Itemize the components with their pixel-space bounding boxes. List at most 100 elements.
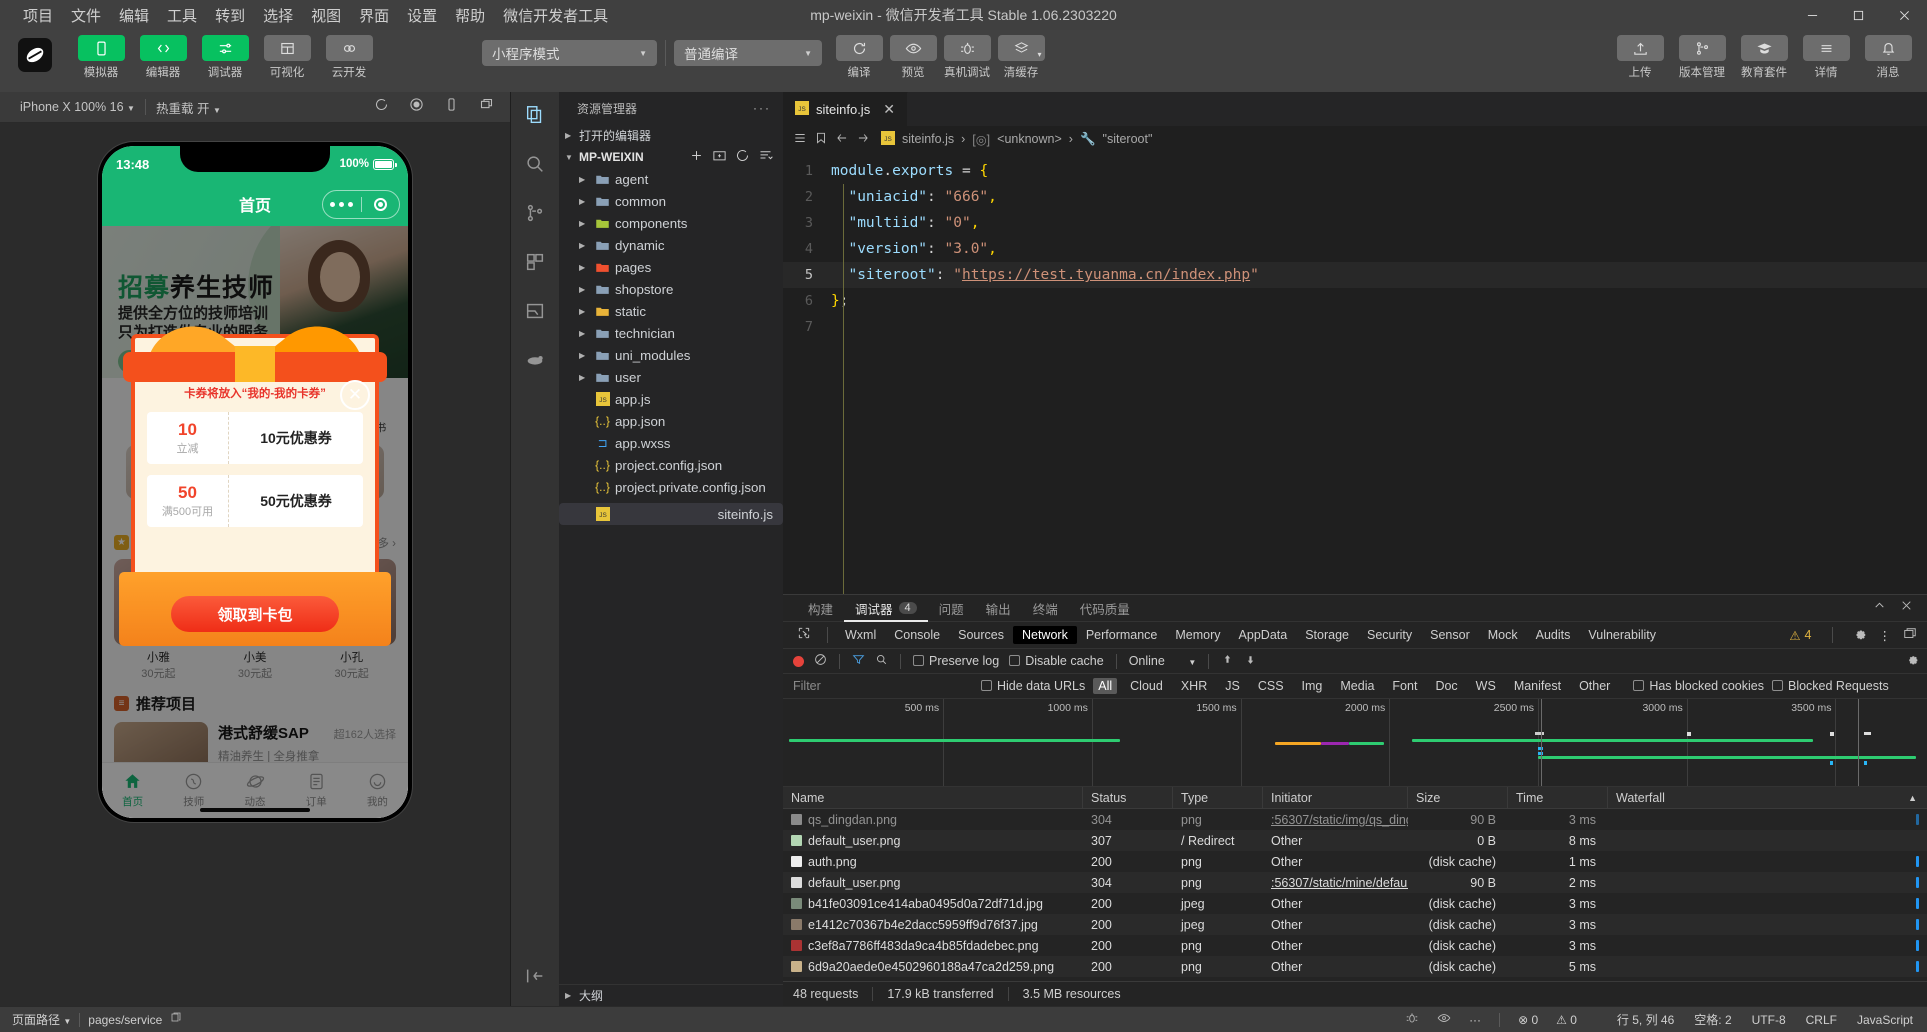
project-root-row[interactable]: ▼ MP-WEIXIN (559, 146, 783, 168)
new-folder-icon[interactable] (712, 148, 727, 166)
record-icon[interactable] (409, 97, 424, 117)
collapse-all-icon[interactable] (758, 148, 773, 166)
hide-data-urls-checkbox[interactable]: Hide data URLs (981, 679, 1085, 693)
type-filter-media[interactable]: Media (1335, 678, 1379, 694)
tree-item-common[interactable]: ▶ common (559, 190, 783, 212)
toolbar-button-version-control[interactable]: 版本管理 (1675, 35, 1729, 80)
menu-item-settings[interactable]: 设置 (398, 2, 446, 29)
toolbar-button-clear-cache[interactable]: ▾ 清缓存 (994, 35, 1048, 80)
forward-icon[interactable] (856, 131, 870, 148)
encoding[interactable]: UTF-8 (1752, 1013, 1786, 1027)
maximize-icon[interactable] (1835, 0, 1881, 30)
devtools-tab-audits[interactable]: Audits (1527, 626, 1580, 644)
device-select[interactable]: iPhone X 100% 16 ▼ (10, 100, 145, 114)
breadcrumb-property[interactable]: "siteroot" (1103, 132, 1153, 146)
throttling-select[interactable]: Online ▼ (1129, 654, 1197, 668)
has-blocked-cookies-checkbox[interactable]: Has blocked cookies (1633, 679, 1764, 693)
new-file-icon[interactable] (689, 148, 704, 166)
gear-icon[interactable] (1853, 627, 1867, 644)
debug-icon[interactable] (524, 300, 546, 327)
tree-item-project-private-config[interactable]: {..} project.private.config.json (559, 476, 783, 498)
source-control-icon[interactable] (524, 202, 546, 229)
devtools-tab-output[interactable]: 输出 (975, 595, 1022, 622)
column-time[interactable]: Time (1508, 786, 1608, 809)
clear-icon[interactable] (814, 653, 827, 669)
devtools-tab-debugger[interactable]: 调试器 4 (844, 595, 928, 622)
request-initiator[interactable]: :56307/static/img/qs_dingda... (1271, 813, 1408, 827)
cursor-position[interactable]: 行 5, 列 46 (1617, 1011, 1674, 1028)
devtools-tab-network[interactable]: Network (1012, 626, 1077, 644)
toolbar-button-upload[interactable]: 上传 (1613, 35, 1667, 80)
type-filter-other[interactable]: Other (1574, 678, 1615, 694)
table-row[interactable]: b41fe03091ce414aba0495d0a72df71d.jpg 200… (783, 893, 1927, 914)
close-circle-icon[interactable]: ✕ (340, 380, 370, 410)
column-initiator[interactable]: Initiator (1263, 786, 1408, 809)
tree-item-pages[interactable]: ▶ pages (559, 256, 783, 278)
table-row[interactable]: e1412c70367b4e2dacc5959ff9d76f37.jpg 200… (783, 914, 1927, 935)
toolbar-button-details[interactable]: 详情 (1799, 35, 1853, 80)
language-mode[interactable]: JavaScript (1857, 1013, 1913, 1027)
type-filter-all[interactable]: All (1093, 678, 1118, 694)
import-icon[interactable] (1221, 653, 1234, 669)
type-filter-xhr[interactable]: XHR (1176, 678, 1212, 694)
more-icon[interactable]: ··· (753, 101, 771, 115)
column-waterfall[interactable]: Waterfall ▲ (1608, 787, 1927, 809)
devtools-tab-mock[interactable]: Mock (1479, 626, 1527, 644)
table-row[interactable]: 6d9a20aede0e4502960188a47ca2d259.png 200… (783, 956, 1927, 977)
devtools-tab-sources[interactable]: Sources (949, 626, 1013, 644)
preserve-log-checkbox[interactable]: Preserve log (913, 654, 999, 668)
toolbar-button-editor[interactable]: 编辑器 (136, 35, 190, 80)
extensions-icon[interactable] (524, 251, 546, 278)
type-filter-ws[interactable]: WS (1471, 678, 1501, 694)
chevron-up-icon[interactable] (1873, 599, 1886, 617)
dock-icon[interactable] (1903, 627, 1917, 644)
devtools-tab-code-quality[interactable]: 代码质量 (1069, 595, 1141, 622)
menu-item-edit[interactable]: 编辑 (110, 2, 158, 29)
type-filter-cloud[interactable]: Cloud (1125, 678, 1168, 694)
close-icon[interactable] (1900, 599, 1913, 617)
editor-tab-siteinfo[interactable]: JS siteinfo.js ✕ (783, 92, 908, 126)
mode-select[interactable]: 小程序模式 ▼ (482, 40, 657, 66)
tree-item-app-json[interactable]: {..} app.json (559, 410, 783, 432)
menu-item-project[interactable]: 项目 (14, 2, 62, 29)
menu-item-devtools[interactable]: 微信开发者工具 (494, 2, 617, 29)
network-overview-timeline[interactable]: 500 ms 1000 ms 1500 ms 2000 ms 2500 ms 3… (783, 699, 1927, 787)
indent-setting[interactable]: 空格: 2 (1694, 1011, 1731, 1028)
devtools-tab-performance[interactable]: Performance (1077, 626, 1167, 644)
devtools-tab-storage[interactable]: Storage (1296, 626, 1358, 644)
tree-item-user[interactable]: ▶ user (559, 366, 783, 388)
back-icon[interactable] (835, 131, 849, 148)
menu-item-tools[interactable]: 工具 (158, 2, 206, 29)
disable-cache-checkbox[interactable]: Disable cache (1009, 654, 1104, 668)
toolbar-button-compile[interactable]: 编译 (832, 35, 886, 80)
warning-count[interactable]: ⚠ 0 (1556, 1013, 1577, 1027)
type-filter-font[interactable]: Font (1387, 678, 1422, 694)
siteroot-link[interactable]: https://test.tyuanma.cn/index.php (962, 267, 1250, 283)
tree-item-static[interactable]: ▶ static (559, 300, 783, 322)
devtools-tab-build[interactable]: 构建 (797, 595, 844, 622)
table-row[interactable]: c3ef8a7786ff483da9ca4b85fdadebec.png 200… (783, 935, 1927, 956)
eye-icon[interactable] (1437, 1011, 1451, 1028)
request-initiator[interactable]: :56307/static/mine/default ... (1271, 876, 1408, 890)
devtools-tab-problems[interactable]: 问题 (928, 595, 975, 622)
tree-item-components[interactable]: ▶ components (559, 212, 783, 234)
menu-item-ui[interactable]: 界面 (350, 2, 398, 29)
tree-item-shopstore[interactable]: ▶ shopstore (559, 278, 783, 300)
toolbar-button-visualization[interactable]: 可视化 (260, 35, 314, 80)
rotate-icon[interactable] (444, 97, 459, 117)
tree-item-siteinfo-js[interactable]: JS siteinfo.js (559, 503, 783, 525)
menu-item-view[interactable]: 视图 (302, 2, 350, 29)
tree-item-app-js[interactable]: JS app.js (559, 388, 783, 410)
refresh-icon[interactable] (735, 148, 750, 166)
column-status[interactable]: Status (1083, 786, 1173, 809)
type-filter-manifest[interactable]: Manifest (1509, 678, 1566, 694)
table-row[interactable]: auth.png 200 png Other (disk cache) 1 ms (783, 851, 1927, 872)
devtools-tab-security[interactable]: Security (1358, 626, 1421, 644)
refresh-icon[interactable] (374, 97, 389, 117)
devtools-tab-terminal[interactable]: 终端 (1022, 595, 1069, 622)
filter-icon[interactable] (852, 653, 865, 669)
files-icon[interactable] (524, 104, 546, 131)
outline-list-icon[interactable] (793, 131, 807, 148)
error-count[interactable]: ⊗ 0 (1518, 1013, 1538, 1027)
toolbar-button-real-device-debug[interactable]: 真机调试 (940, 35, 994, 80)
